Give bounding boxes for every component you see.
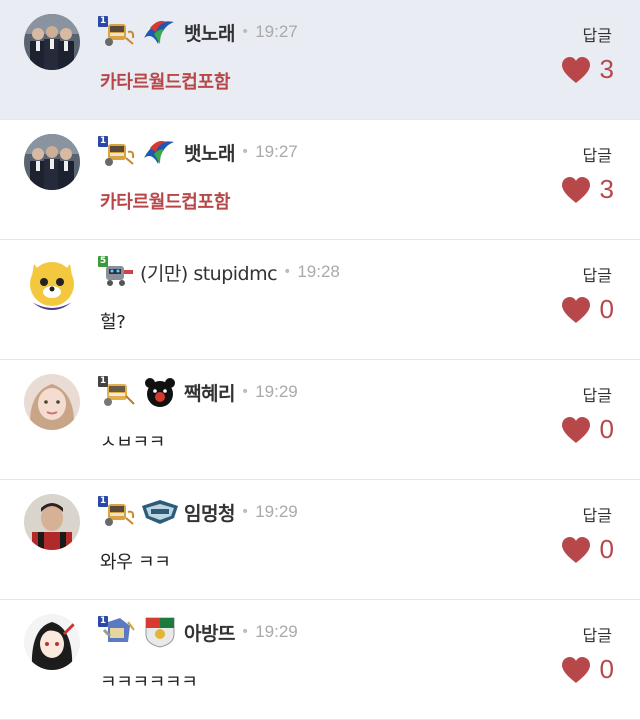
like-count: 0 xyxy=(599,414,614,444)
reply-button[interactable]: 답글 xyxy=(583,262,612,286)
comment-meta: 1 임멍청 • 19:29 xyxy=(98,492,298,532)
separator-dot: • xyxy=(240,24,250,40)
rank-icon: 1 xyxy=(98,376,136,408)
comment-meta: 1 뱃노래 • 19:27 xyxy=(98,132,298,172)
avatar[interactable] xyxy=(24,134,80,190)
timestamp: 19:29 xyxy=(255,502,298,521)
comment-text: ㅅㅂㅋㅋ xyxy=(100,432,166,453)
heart-icon[interactable] xyxy=(560,536,592,564)
comment-text: ㅋㅋㅋㅋㅋㅋ xyxy=(100,672,198,693)
heart-icon[interactable] xyxy=(560,656,592,684)
like-button[interactable]: 3 xyxy=(560,174,614,205)
comment-item: 1 짹혜리 • 19:29 ㅅㅂㅋㅋ 답글 0 xyxy=(0,360,640,480)
reply-button[interactable]: 답글 xyxy=(583,382,612,406)
avatar[interactable] xyxy=(24,14,80,70)
reply-button[interactable]: 답글 xyxy=(583,22,612,46)
comment-item: 1 아방뜨 • 19:29 ㅋㅋㅋㅋㅋㅋ 답글 0 xyxy=(0,600,640,720)
rank-icon: 1 xyxy=(98,616,136,648)
comment-item: 1 뱃노래 • 19:27 카타르월드컵포함 답글 3 xyxy=(0,120,640,240)
team-emblem-icon xyxy=(140,376,180,408)
timestamp: 19:28 xyxy=(297,262,340,281)
team-emblem-icon xyxy=(140,136,180,168)
author-name[interactable]: 아방뜨 xyxy=(184,619,235,646)
like-button[interactable]: 0 xyxy=(560,534,614,565)
comment-meta: 1 뱃노래 • 19:27 xyxy=(98,12,298,52)
separator-dot: • xyxy=(283,264,292,280)
rank-icon: 1 xyxy=(98,16,136,48)
timestamp: 19:27 xyxy=(255,142,298,161)
avatar[interactable] xyxy=(24,374,80,430)
like-button[interactable]: 0 xyxy=(560,414,614,445)
rank-icon: 5 xyxy=(98,256,136,288)
comment-meta: 1 짹혜리 • 19:29 xyxy=(98,372,298,412)
level-badge-icon: 5 xyxy=(98,256,108,267)
avatar[interactable] xyxy=(24,254,80,310)
level-badge-icon: 1 xyxy=(98,616,108,627)
reply-button[interactable]: 답글 xyxy=(583,142,612,166)
comment-text: 와우 ㅋㅋ xyxy=(100,552,171,573)
reply-button[interactable]: 답글 xyxy=(583,622,612,646)
comment-meta: 1 아방뜨 • 19:29 xyxy=(98,612,298,652)
author-name[interactable]: 뱃노래 xyxy=(184,139,235,166)
separator-dot: • xyxy=(240,504,250,520)
team-emblem-icon xyxy=(140,496,180,528)
author-name[interactable]: 임멍청 xyxy=(184,499,235,526)
author-name[interactable]: (기만) stupidmc xyxy=(140,259,278,286)
timestamp: 19:29 xyxy=(255,382,298,401)
separator-dot: • xyxy=(240,624,250,640)
heart-icon[interactable] xyxy=(560,416,592,444)
level-badge-icon: 1 xyxy=(98,16,108,27)
author-name[interactable]: 뱃노래 xyxy=(184,19,235,46)
comment-list: 1 뱃노래 • 19:27 카타르월드컵포함 답글 3 1 뱃노래 • 19:2… xyxy=(0,0,640,720)
like-button[interactable]: 3 xyxy=(560,54,614,85)
rank-icon: 1 xyxy=(98,496,136,528)
rank-icon: 1 xyxy=(98,136,136,168)
like-count: 3 xyxy=(599,54,614,84)
level-badge-icon: 1 xyxy=(98,376,108,387)
like-button[interactable]: 0 xyxy=(560,294,614,325)
timestamp: 19:27 xyxy=(255,22,298,41)
like-count: 0 xyxy=(599,534,614,564)
comment-item: 1 임멍청 • 19:29 와우 ㅋㅋ 답글 0 xyxy=(0,480,640,600)
team-emblem-icon xyxy=(140,16,180,48)
like-count: 3 xyxy=(599,174,614,204)
comment-item: 1 뱃노래 • 19:27 카타르월드컵포함 답글 3 xyxy=(0,0,640,120)
avatar[interactable] xyxy=(24,614,80,670)
reply-button[interactable]: 답글 xyxy=(583,502,612,526)
heart-icon[interactable] xyxy=(560,296,592,324)
author-name[interactable]: 짹혜리 xyxy=(184,379,235,406)
level-badge-icon: 1 xyxy=(98,136,108,147)
team-emblem-icon xyxy=(140,616,180,648)
like-count: 0 xyxy=(599,654,614,684)
heart-icon[interactable] xyxy=(560,56,592,84)
separator-dot: • xyxy=(240,384,250,400)
avatar[interactable] xyxy=(24,494,80,550)
timestamp: 19:29 xyxy=(255,622,298,641)
separator-dot: • xyxy=(240,144,250,160)
comment-text: 헐? xyxy=(100,312,126,333)
like-button[interactable]: 0 xyxy=(560,654,614,685)
level-badge-icon: 1 xyxy=(98,496,108,507)
comment-text: 카타르월드컵포함 xyxy=(100,72,231,93)
comment-meta: 5 (기만) stupidmc • 19:28 xyxy=(98,252,340,292)
heart-icon[interactable] xyxy=(560,176,592,204)
comment-text: 카타르월드컵포함 xyxy=(100,192,231,213)
like-count: 0 xyxy=(599,294,614,324)
comment-item: 5 (기만) stupidmc • 19:28 헐? 답글 0 xyxy=(0,240,640,360)
